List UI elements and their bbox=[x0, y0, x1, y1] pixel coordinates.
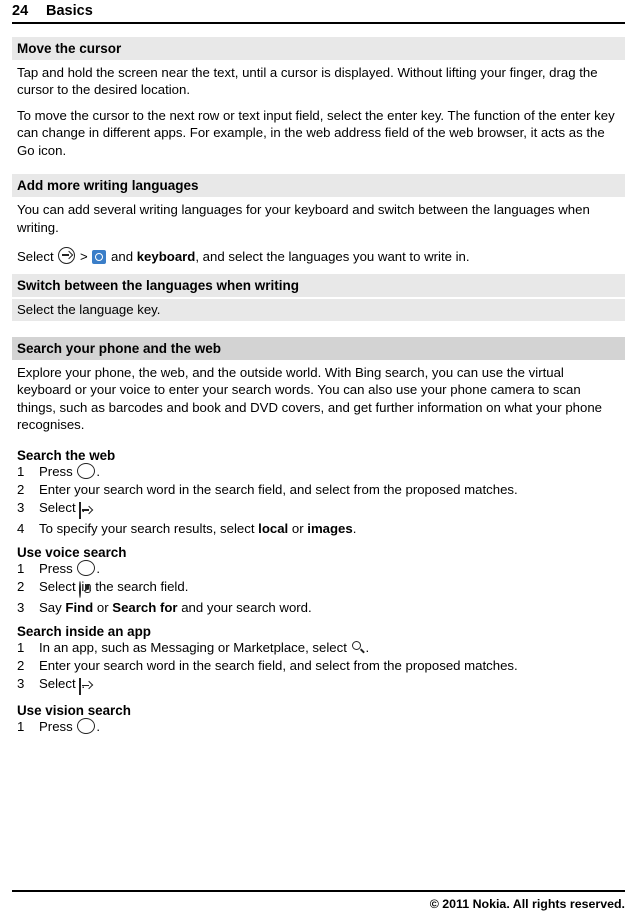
copyright-notice: © 2011 Nokia. All rights reserved. bbox=[429, 897, 625, 911]
step-bold-search-for: Search for bbox=[112, 600, 178, 616]
magnifier-icon bbox=[351, 640, 366, 655]
step-number: 1 bbox=[17, 561, 25, 577]
step-bold-local: local bbox=[258, 521, 289, 537]
step-text-pre: Press bbox=[39, 719, 77, 735]
list-item: 1 Press . bbox=[17, 560, 620, 578]
step-text-pre: To specify your search results, select bbox=[39, 521, 259, 537]
list-item: 3 Select . bbox=[17, 675, 620, 696]
page-content: Move the cursor Tap and hold the screen … bbox=[0, 37, 637, 736]
arrow-circle-icon bbox=[58, 246, 76, 264]
step-text: Select . bbox=[39, 499, 620, 520]
step-text: Enter your search word in the search fie… bbox=[39, 658, 518, 674]
step-number: 2 bbox=[17, 579, 25, 595]
step-text: In an app, such as Messaging or Marketpl… bbox=[39, 639, 620, 657]
subheading-search-the-web: Search the web bbox=[17, 448, 116, 464]
select-suffix-text: , and select the languages you want to w… bbox=[195, 248, 470, 264]
list-item: 1 Press . bbox=[17, 463, 620, 481]
step-text: Press . bbox=[39, 463, 620, 481]
search-circle-icon bbox=[77, 718, 96, 735]
header-divider bbox=[12, 22, 625, 24]
page-header: 24 Basics bbox=[0, 0, 637, 21]
steps-use-voice-search: 1 Press . 2 Select in the search field. 3S… bbox=[12, 560, 625, 617]
list-item: 2 Enter your search word in the search fi… bbox=[17, 481, 620, 499]
steps-search-the-web: 1 Press . 2 Enter your search word in the … bbox=[12, 463, 625, 538]
list-item: 1 Press . bbox=[17, 718, 620, 736]
section-heading-switch-languages: Switch between the languages when writin… bbox=[12, 274, 625, 298]
step-text-mid: or bbox=[93, 600, 113, 616]
settings-gear-icon bbox=[92, 249, 107, 264]
step-text-post: . bbox=[81, 500, 85, 516]
section-heading-move-the-cursor: Move the cursor bbox=[12, 37, 625, 60]
paragraph-move-cursor-2: To move the cursor to the next row or te… bbox=[17, 107, 615, 158]
step-text-pre: Press bbox=[39, 464, 77, 480]
step-number: 3 bbox=[17, 676, 25, 692]
subheading-search-inside-an-app: Search inside an app bbox=[17, 624, 151, 640]
list-item: 2 Select in the search field. bbox=[17, 578, 620, 599]
step-text: Select . bbox=[39, 675, 620, 696]
page-number: 24 bbox=[12, 3, 29, 19]
step-text-post: . bbox=[96, 464, 101, 480]
step-number: 1 bbox=[17, 719, 25, 735]
step-text-post: . bbox=[96, 561, 101, 577]
select-word: Select bbox=[17, 248, 54, 264]
step-text-pre: Select bbox=[39, 676, 80, 692]
paragraph-switch-languages: Select the language key. bbox=[12, 299, 625, 321]
steps-search-inside-an-app: 1 In an app, such as Messaging or Marketp… bbox=[12, 639, 625, 696]
step-text: To specify your search results, select l… bbox=[39, 520, 620, 538]
step-text-pre: Say bbox=[39, 600, 66, 616]
step-text-post: . bbox=[352, 521, 357, 537]
document-page: 24 Basics Move the cursor Tap and hold t… bbox=[0, 0, 637, 917]
select-instruction-line: Select > and keyboard, and select the la… bbox=[12, 245, 625, 267]
step-text-post: and your search word. bbox=[177, 600, 312, 616]
step-bold-images: images bbox=[307, 521, 353, 537]
paragraph-move-cursor-1: Tap and hold the screen near the text, u… bbox=[17, 65, 598, 98]
page-footer: © 2011 Nokia. All rights reserved. bbox=[0, 890, 637, 917]
paragraph-search-intro: Explore your phone, the web, and the out… bbox=[17, 364, 602, 433]
step-text-pre: Select bbox=[39, 500, 80, 516]
step-text-mid: or bbox=[288, 521, 308, 537]
step-text: Say Find or Search for and your search w… bbox=[39, 599, 620, 617]
select-separator: > bbox=[80, 248, 88, 264]
paragraph-add-languages: You can add several writing languages fo… bbox=[17, 202, 590, 235]
step-number: 2 bbox=[17, 658, 25, 674]
list-item: 4 To specify your search results, select … bbox=[17, 520, 620, 538]
select-mid-text: and bbox=[107, 248, 137, 264]
list-item: 1 In an app, such as Messaging or Marketp… bbox=[17, 639, 620, 657]
step-text: Select in the search field. bbox=[39, 578, 620, 599]
step-text-post: . bbox=[96, 719, 101, 735]
step-bold-find: Find bbox=[65, 600, 94, 616]
subheading-use-voice-search: Use voice search bbox=[17, 545, 127, 561]
section-heading-search-phone-web: Search your phone and the web bbox=[12, 336, 625, 360]
step-number: 3 bbox=[17, 600, 25, 616]
list-item: 3 Say Find or Search for and your search … bbox=[17, 599, 620, 617]
step-number: 3 bbox=[17, 500, 25, 516]
step-number: 1 bbox=[17, 464, 25, 480]
step-text-pre: Press bbox=[39, 561, 77, 577]
footer-divider bbox=[12, 890, 625, 892]
step-text-pre: In an app, such as Messaging or Marketpl… bbox=[39, 640, 351, 656]
subheading-use-vision-search: Use vision search bbox=[17, 703, 131, 719]
step-text: Press . bbox=[39, 560, 620, 578]
list-item: 3 Select . bbox=[17, 499, 620, 520]
keyboard-bold-word: keyboard bbox=[136, 248, 196, 264]
section-heading-add-more-writing-languages: Add more writing languages bbox=[12, 174, 625, 198]
search-circle-icon bbox=[77, 463, 96, 480]
step-text-pre: Select bbox=[39, 579, 80, 595]
step-text-post: in the search field. bbox=[81, 579, 189, 595]
step-text: Enter your search word in the search fie… bbox=[39, 482, 518, 498]
step-text: Press . bbox=[39, 718, 620, 736]
steps-use-vision-search: 1 Press . bbox=[12, 718, 625, 736]
step-number: 1 bbox=[17, 640, 25, 656]
list-item: 2 Enter your search word in the search fi… bbox=[17, 657, 620, 675]
step-text-post: . bbox=[365, 640, 370, 656]
step-number: 2 bbox=[17, 482, 25, 498]
chapter-title: Basics bbox=[46, 3, 93, 19]
search-circle-icon bbox=[77, 560, 96, 577]
step-number: 4 bbox=[17, 521, 25, 537]
